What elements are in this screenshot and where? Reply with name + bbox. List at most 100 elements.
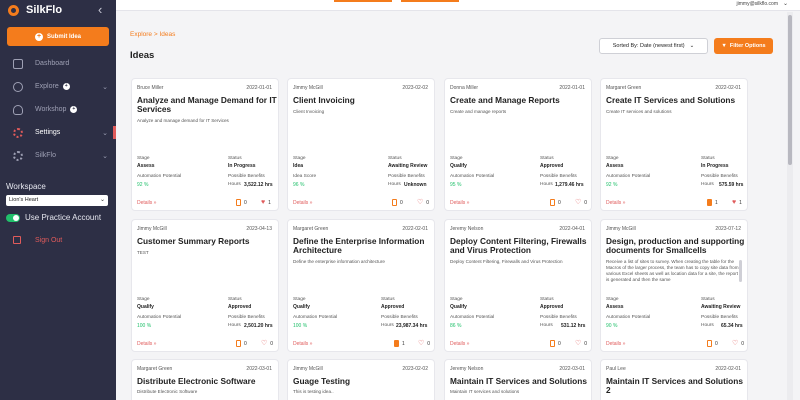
idea-card[interactable]: Jimmy McGill 2023-02-02 Guage Testing Th… (287, 359, 435, 400)
details-link[interactable]: Details » (293, 341, 312, 347)
sidebar-item-workshop[interactable]: Workshop + (0, 98, 116, 121)
documents-count[interactable]: 0 (236, 340, 247, 347)
idea-date: 2023-07-12 (715, 226, 741, 232)
sidebar-item-explore[interactable]: Explore + ⌄ (0, 75, 116, 98)
idea-card[interactable]: Margaret Green 2022-02-01 Define the Ent… (287, 219, 435, 352)
idea-card[interactable]: Jimmy McGill 2023-02-02 Client Invoicing… (287, 78, 435, 211)
page-title: Ideas (130, 50, 155, 61)
idea-card[interactable]: Jeremy Nelson 2022-03-01 Maintain IT Ser… (444, 359, 592, 400)
details-link[interactable]: Details » (606, 200, 625, 206)
likes-count[interactable]: ♥ 1 (732, 199, 742, 206)
workspace-select[interactable]: Lion's Heart ⌄ (6, 195, 108, 206)
idea-title[interactable]: Guage Testing (293, 377, 433, 386)
documents-count[interactable]: 0 (550, 199, 561, 206)
idea-card[interactable]: Paul Lee 2022-02-01 Maintain IT Services… (600, 359, 748, 400)
sidebar-item-silkflo[interactable]: SilkFlo ⌄ (0, 144, 116, 167)
top-bar: jimmy@silkflo.com ⌄ (116, 0, 800, 11)
practice-account-toggle[interactable] (6, 213, 20, 222)
documents-count[interactable]: 0 (550, 340, 561, 347)
documents-count-value: 0 (400, 199, 403, 206)
idea-card[interactable]: Bruce Miller 2022-01-01 Analyze and Mana… (131, 78, 279, 211)
hours-label: Hours (228, 182, 241, 187)
likes-count[interactable]: ♡ 0 (732, 340, 744, 347)
likes-count[interactable]: ♡ 0 (575, 340, 587, 347)
status-label: Status (381, 297, 395, 302)
status-label: Status (701, 297, 715, 302)
plus-icon: + (34, 32, 43, 41)
status-label: Status (701, 156, 715, 161)
idea-card[interactable]: Jimmy McGill 2023-07-12 Design, producti… (600, 219, 748, 352)
filter-options-button[interactable]: ▼ Filter Options (714, 38, 773, 54)
documents-count[interactable]: 1 (707, 199, 718, 206)
idea-date: 2022-04-01 (559, 226, 585, 232)
heart-icon: ♥ (261, 199, 266, 206)
idea-owner: Margaret Green (137, 366, 173, 372)
hours-value: 575.59 hrs (719, 182, 744, 188)
likes-count[interactable]: ♡ 0 (575, 199, 587, 206)
likes-count-value: 0 (270, 340, 274, 347)
sort-dropdown[interactable]: Sorted By: Date (newest first) ⌄ (599, 38, 708, 54)
documents-count-value: 0 (715, 340, 718, 347)
chevron-down-icon: ⌄ (99, 197, 105, 203)
documents-count[interactable]: 0 (392, 199, 403, 206)
sidebar-item-dashboard[interactable]: Dashboard (0, 52, 116, 75)
metric-value: 92 % (606, 182, 618, 188)
brand[interactable]: SilkFlo (8, 4, 62, 16)
breadcrumb[interactable]: Explore > Ideas (130, 31, 175, 38)
details-link[interactable]: Details » (137, 341, 156, 347)
idea-card[interactable]: Jeremy Nelson 2022-04-01 Deploy Content … (444, 219, 592, 352)
idea-card[interactable]: Jimmy McGill 2023-04-13 Customer Summary… (131, 219, 279, 352)
status-value: Approved (540, 304, 564, 310)
likes-count[interactable]: ♡ 0 (418, 340, 430, 347)
idea-title[interactable]: Customer Summary Reports (137, 237, 277, 246)
description-scrollbar[interactable] (739, 260, 742, 282)
idea-owner: Paul Lee (606, 366, 626, 372)
document-icon (236, 199, 241, 206)
details-link[interactable]: Details » (450, 200, 469, 206)
stage-label: Stage (293, 156, 306, 161)
chevron-left-icon[interactable]: ‹ (98, 3, 102, 16)
user-email[interactable]: jimmy@silkflo.com (737, 1, 778, 7)
likes-count[interactable]: ♥ 1 (261, 199, 271, 206)
benefits-label: Possible Benefits (540, 315, 577, 320)
likes-count[interactable]: ♡ 0 (261, 340, 273, 347)
top-tab-indicator[interactable] (401, 0, 459, 2)
hours-value: Unknown (404, 182, 427, 188)
idea-title[interactable]: Create and Manage Reports (450, 96, 590, 105)
idea-title[interactable]: Analyze and Manage Demand for IT Service… (137, 96, 277, 114)
sign-out-button[interactable]: Sign Out (13, 236, 62, 244)
idea-card[interactable]: Margaret Green 2022-02-01 Create IT Serv… (600, 78, 748, 211)
details-link[interactable]: Details » (293, 200, 312, 206)
sidebar-item-settings[interactable]: Settings ⌄ (0, 121, 116, 144)
chevron-down-icon[interactable]: ⌄ (783, 0, 788, 7)
documents-count-value: 0 (244, 340, 247, 347)
details-link[interactable]: Details » (450, 341, 469, 347)
documents-count[interactable]: 0 (707, 340, 718, 347)
practice-account-row: Use Practice Account (6, 213, 101, 222)
page-scrollbar-thumb[interactable] (788, 15, 792, 165)
heart-outline-icon: ♡ (732, 340, 739, 347)
likes-count[interactable]: ♡ 0 (417, 199, 429, 206)
idea-title[interactable]: Design, production and supporting docume… (606, 237, 746, 255)
hours-value: 1,279.46 hrs (555, 182, 584, 188)
details-link[interactable]: Details » (137, 200, 156, 206)
idea-title[interactable]: Distribute Electronic Software (137, 377, 277, 386)
top-tab-indicator[interactable] (334, 0, 392, 2)
details-link[interactable]: Details » (606, 341, 625, 347)
documents-count[interactable]: 1 (394, 340, 405, 347)
idea-title[interactable]: Client Invoicing (293, 96, 433, 105)
idea-card[interactable]: Margaret Green 2022-03-01 Distribute Ele… (131, 359, 279, 400)
hours-label: Hours (540, 323, 553, 328)
idea-title[interactable]: Create IT Services and Solutions (606, 96, 746, 105)
metric-value: 96 % (293, 182, 305, 188)
heart-outline-icon: ♡ (575, 199, 582, 206)
idea-title[interactable]: Deploy Content Filtering, Firewalls and … (450, 237, 590, 255)
sidebar-item-label: SilkFlo (35, 152, 57, 159)
idea-title[interactable]: Define the Enterprise Information Archit… (293, 237, 433, 255)
submit-idea-button[interactable]: + Submit Idea (7, 27, 109, 46)
idea-card[interactable]: Donna Miller 2022-01-01 Create and Manag… (444, 78, 592, 211)
documents-count[interactable]: 0 (236, 199, 247, 206)
idea-title[interactable]: Maintain IT Services and Solutions (450, 377, 590, 386)
idea-title[interactable]: Maintain IT Services and Solutions 2 (606, 377, 746, 395)
metric-label: Automation Potential (450, 174, 495, 179)
